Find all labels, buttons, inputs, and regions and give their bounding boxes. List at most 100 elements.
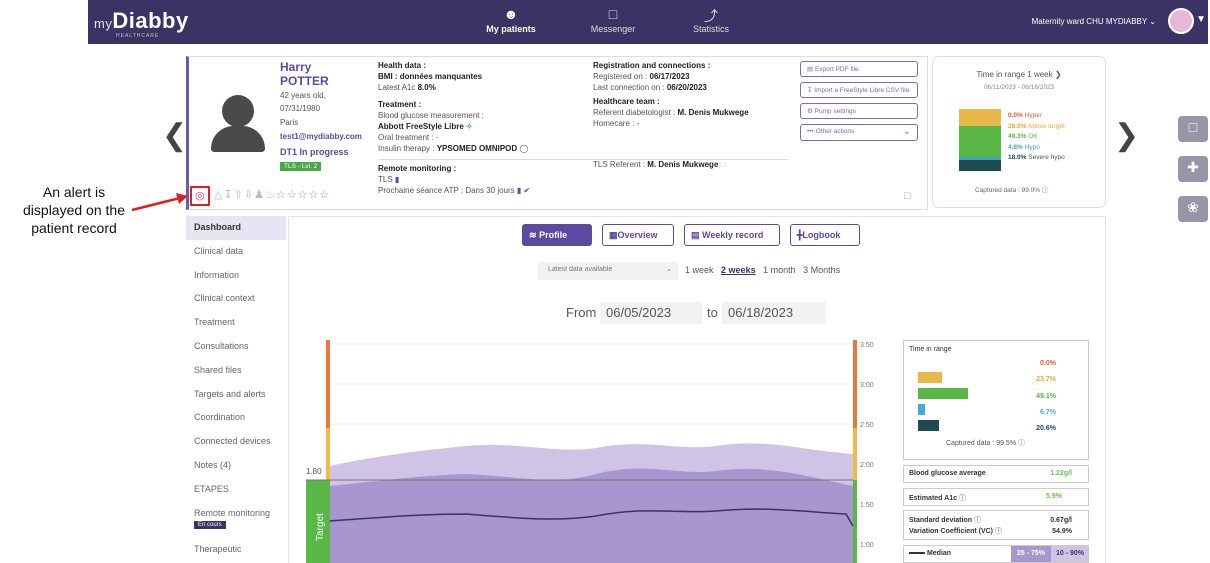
target-label: Target: [315, 513, 326, 541]
from-date-input[interactable]: 06/05/2023: [600, 302, 702, 324]
logbook-view-button[interactable]: ╋Logbook: [790, 224, 860, 246]
bg-device: Abbott FreeStyle Libre ✧: [378, 122, 473, 131]
avatar[interactable]: [1168, 8, 1194, 34]
registration-title: Registration and connections :: [593, 61, 711, 70]
chevron-down-icon: ⌄: [1149, 17, 1156, 26]
nav-item-clinical-context[interactable]: Clinical context: [186, 287, 286, 311]
edit-icon: □: [720, 160, 726, 169]
previous-patient-arrow-icon[interactable]: ❮: [162, 118, 187, 153]
profile-view-button[interactable]: ≋ Profile: [522, 224, 592, 246]
export-pdf-button[interactable]: ▤ Export PDF file: [800, 61, 918, 77]
nav-item-etapes[interactable]: ETAPES: [186, 478, 286, 502]
tir-card-title[interactable]: Time in range 1 week ❯: [932, 70, 1106, 79]
nav-item-information[interactable]: Information: [186, 264, 286, 288]
gear-icon: ⚙: [807, 108, 813, 115]
from-label: From: [566, 305, 597, 320]
nav-item-treatment[interactable]: Treatment: [186, 311, 286, 335]
tir-row-above-bar: [918, 372, 942, 383]
tab-my-patients[interactable]: ☻ My patients: [466, 6, 556, 34]
logo-subtitle: HEALTHCARE: [116, 33, 160, 39]
chevron-down-icon[interactable]: ▼: [1196, 14, 1206, 25]
to-label: to: [707, 305, 718, 320]
annotation-line-1: An alert is: [42, 184, 106, 200]
pump-settings-button[interactable]: ⚙ Pump settings: [800, 103, 918, 119]
nav-item-remote-monitoring[interactable]: Remote monitoring En cours: [186, 502, 286, 538]
other-actions-button[interactable]: ••• Other actions ⌄: [800, 124, 918, 141]
last-connection: Last connection on : 06/20/2023: [593, 83, 707, 92]
period-select[interactable]: Latest data available ⌄: [538, 262, 678, 280]
pump-icon: ◯: [519, 144, 529, 153]
chart-icon: ⤴: [704, 8, 718, 24]
bg-measure-label: Blood glucose measurement :: [378, 111, 484, 120]
stethoscope-icon[interactable]: ❀: [1178, 196, 1208, 222]
nav-item-notes[interactable]: Notes (4): [186, 454, 286, 478]
next-patient-arrow-icon[interactable]: ❯: [1114, 118, 1139, 153]
weekly-record-view-button[interactable]: ▤ Weekly record: [684, 224, 780, 246]
period-2-weeks[interactable]: 2 weeks: [721, 265, 756, 275]
import-csv-button[interactable]: ↧ Import a FreeStyle Libre CSV file: [800, 82, 918, 98]
chevron-down-icon: ⌄: [902, 126, 911, 137]
treatment-title: Treatment :: [378, 100, 422, 109]
dots-icon: •••: [807, 128, 814, 135]
alert-target-icon[interactable]: ◎: [195, 189, 205, 202]
period-options: 1 week 2 weeks 1 month 3 Months: [685, 265, 840, 275]
annotation-line-3: patient record: [31, 220, 117, 236]
status-icons-row: △↧⇧⇩♟♨☆☆☆☆☆: [214, 188, 330, 201]
nav-item-clinical-data[interactable]: Clinical data: [186, 240, 286, 264]
remote-monitoring-title: Remote monitoring :: [378, 164, 457, 173]
period-1-month[interactable]: 1 month: [763, 265, 796, 275]
referent-diabetologist: Referent diabetologist : M. Denis Mukweg…: [593, 108, 749, 117]
to-date-input[interactable]: 06/18/2023: [722, 302, 826, 324]
annotation: An alert is displayed on the patient rec…: [4, 183, 144, 237]
medical-kit-icon[interactable]: ✚: [1178, 156, 1208, 182]
nav-item-connected-devices[interactable]: Connected devices: [186, 430, 286, 454]
tir-bar-severe: [959, 160, 1001, 171]
tir-table-title: Time in range: [909, 346, 952, 353]
period-1-week[interactable]: 1 week: [685, 265, 714, 275]
tir-legend-hypo: 4.8% Hypo: [1008, 143, 1040, 151]
patient-dob: 07/31/1980: [280, 104, 321, 113]
nav-item-coordination[interactable]: Coordination: [186, 406, 286, 430]
chevron-down-icon: ⌄: [666, 266, 672, 273]
person-icon: ♟: [254, 189, 265, 201]
bmi: BMI : données manquantes: [378, 72, 483, 81]
remote-status-badge: En cours: [194, 520, 226, 529]
hyper-band-right: [853, 340, 857, 428]
team-title: Healthcare team :: [593, 97, 660, 106]
median-line-icon: [909, 552, 925, 555]
nav-item-therapeutic[interactable]: Therapeutic: [186, 538, 286, 562]
nav-item-targets-alerts[interactable]: Targets and alerts: [186, 383, 286, 407]
nav-item-shared-files[interactable]: Shared files: [186, 359, 286, 383]
calendar-icon: ▦: [609, 230, 618, 240]
patient-last-name: POTTER: [280, 74, 329, 88]
overview-view-button[interactable]: ▦Overview: [602, 224, 674, 246]
registered-on: Registered on : 06/17/2023: [593, 72, 690, 81]
pdf-icon: ▤: [807, 66, 814, 73]
variability-row: Standard deviation ⓘ 0.67g/l Variation Co…: [903, 510, 1089, 540]
nav-item-dashboard[interactable]: Dashboard: [186, 216, 286, 240]
table-icon: ▤: [691, 230, 700, 240]
tab-messenger[interactable]: □ Messenger: [568, 6, 658, 34]
check-circle-icon: ✔: [523, 186, 531, 195]
above-band-right: [853, 428, 857, 480]
ward-selector[interactable]: Maternity ward CHU MYDIABBY ⌄: [1032, 17, 1156, 26]
expand-icon[interactable]: □: [904, 190, 911, 202]
info-icon: ⓘ: [973, 517, 981, 524]
tir-legend-ok: 49.3% OK: [1008, 133, 1038, 140]
glucose-profile-chart: Target 1.80 3.50 3.00 2.50 2.00 1.50 1.0…: [306, 340, 874, 563]
y-tick: 3.50: [860, 342, 874, 349]
chat-icon[interactable]: □: [1178, 116, 1208, 142]
tab-statistics[interactable]: ⤴ Statistics: [666, 6, 756, 34]
patient-email[interactable]: test1@mydiabby.com: [280, 130, 370, 144]
oral-treatment: Oral treatment : -: [378, 133, 439, 142]
p25-75-legend: 25 - 75%: [1011, 546, 1051, 562]
y-tick: 2.50: [860, 422, 874, 429]
logo[interactable]: myDiabby: [94, 8, 189, 34]
nav-item-consultations[interactable]: Consultations: [186, 335, 286, 359]
period-3-months[interactable]: 3 Months: [803, 265, 840, 275]
patient-city: Paris: [280, 118, 299, 127]
target-low-label: 1.80: [306, 467, 322, 476]
annotation-line-2: displayed on the: [23, 202, 125, 218]
chevron-right-icon: ❯: [1054, 70, 1062, 79]
median-legend-row: Median 25 - 75% 10 - 90%: [903, 545, 1089, 563]
